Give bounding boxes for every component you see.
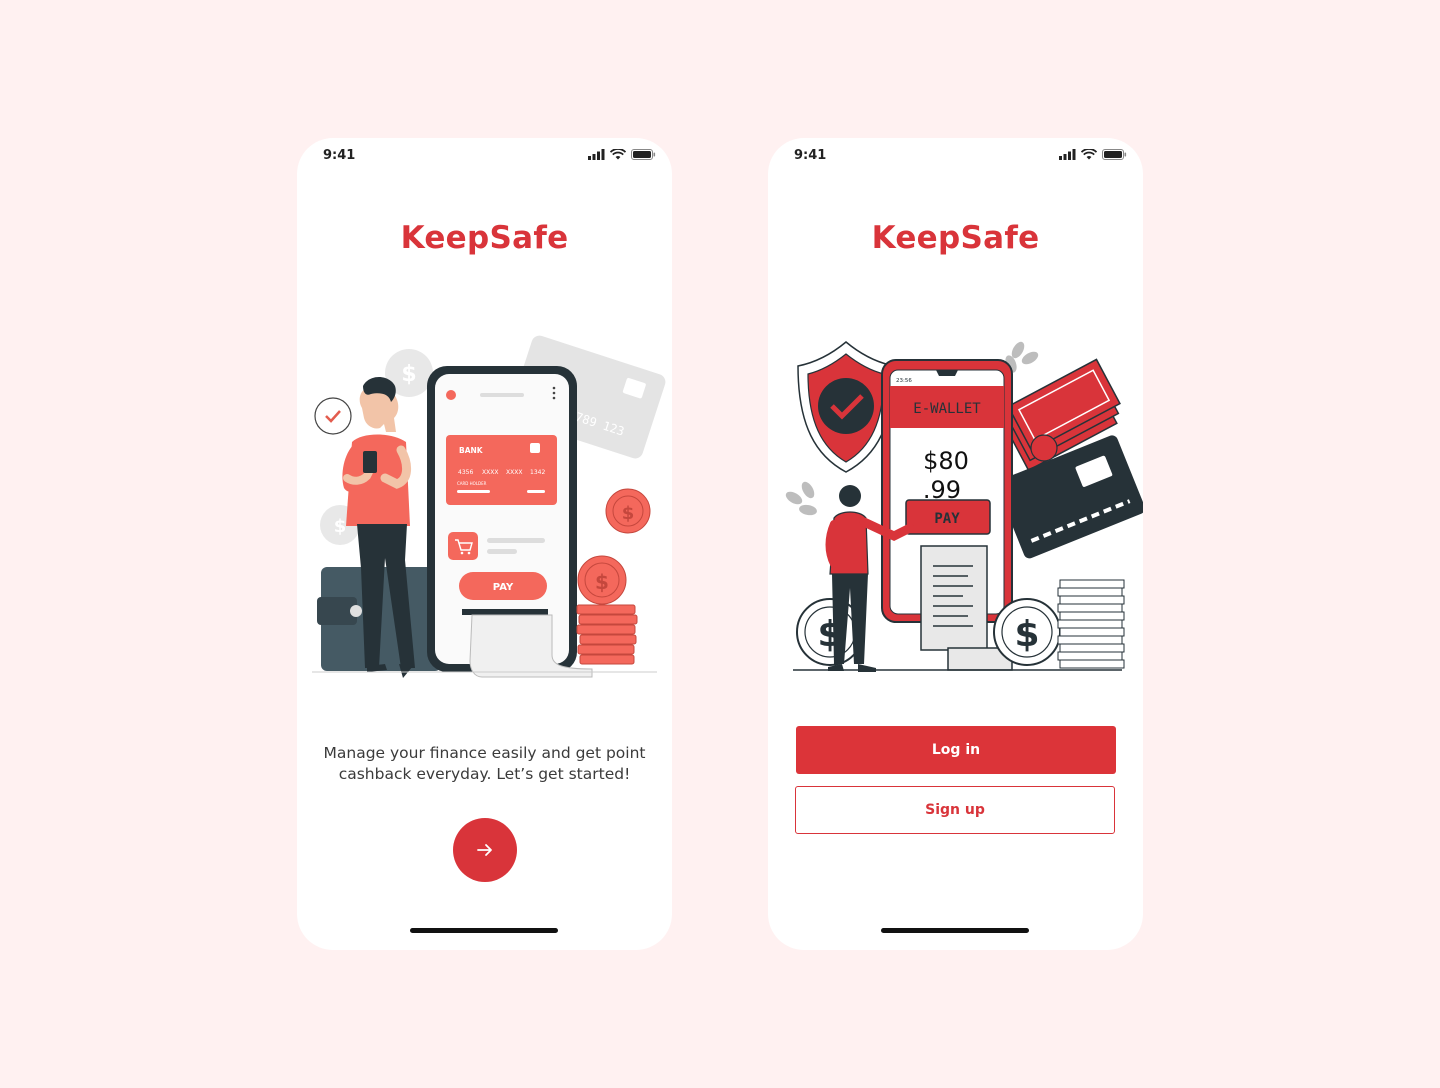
wifi-icon: [1081, 149, 1097, 160]
battery-icon: [631, 149, 656, 160]
tagline: Manage your finance easily and get point…: [323, 744, 646, 783]
svg-text:$: $: [622, 503, 635, 524]
brand-title: KeepSafe: [871, 220, 1040, 256]
coin-stack: [576, 604, 638, 665]
svg-text:CARD HOLDER: CARD HOLDER: [457, 481, 487, 486]
wifi-icon: [610, 149, 626, 160]
battery-icon: [1102, 149, 1127, 160]
shield-icon: [797, 341, 895, 473]
svg-text:XXXX: XXXX: [506, 469, 522, 476]
coin-stack: [1057, 579, 1125, 669]
svg-text:4356: 4356: [458, 469, 473, 476]
svg-text:XXXX: XXXX: [482, 469, 498, 476]
status-time: 9:41: [794, 148, 827, 163]
svg-text:$: $: [1014, 614, 1039, 655]
welcome-screen: 9:41 KeepSafe 23:56 E-WALLET $80 .99 PAY…: [768, 138, 1143, 950]
arrow-right-icon: [477, 844, 492, 856]
dollar-coin: $: [993, 598, 1061, 666]
cellular-signal-icon: [588, 149, 605, 160]
svg-text:PAY: PAY: [493, 582, 514, 593]
svg-text:1342: 1342: [530, 469, 545, 476]
status-time: 9:41: [323, 148, 356, 163]
cellular-signal-icon: [1059, 149, 1076, 160]
home-indicator[interactable]: [881, 928, 1029, 933]
login-button[interactable]: Log in: [796, 726, 1116, 774]
next-button[interactable]: [453, 818, 517, 882]
status-bar: 9:41: [297, 138, 672, 178]
e-wallet-illustration: 23:56 E-WALLET $80 .99 PAY $ $: [785, 341, 1143, 672]
home-indicator[interactable]: [410, 928, 558, 933]
svg-text:E-WALLET: E-WALLET: [913, 401, 981, 417]
onboarding-screen: 9:41 KeepSafe 789 123 $ $ BANK 4356 XXXX…: [297, 138, 672, 950]
check-bubble: [314, 397, 352, 435]
svg-text:$: $: [334, 516, 347, 537]
signup-button[interactable]: Sign up: [795, 786, 1115, 834]
svg-text:23:56: 23:56: [896, 378, 912, 384]
svg-text:BANK: BANK: [459, 446, 484, 455]
svg-text:PAY: PAY: [934, 511, 960, 527]
svg-text:$80: $80: [923, 447, 969, 475]
finance-illustration: 789 123 $ $ BANK 4356 XXXX XXXX 1342 CAR…: [312, 335, 666, 678]
status-bar: 9:41: [768, 138, 1143, 178]
svg-text:$: $: [401, 362, 416, 387]
credit-card-icon: [996, 435, 1143, 559]
svg-text:$: $: [595, 570, 609, 594]
brand-title: KeepSafe: [400, 220, 569, 256]
